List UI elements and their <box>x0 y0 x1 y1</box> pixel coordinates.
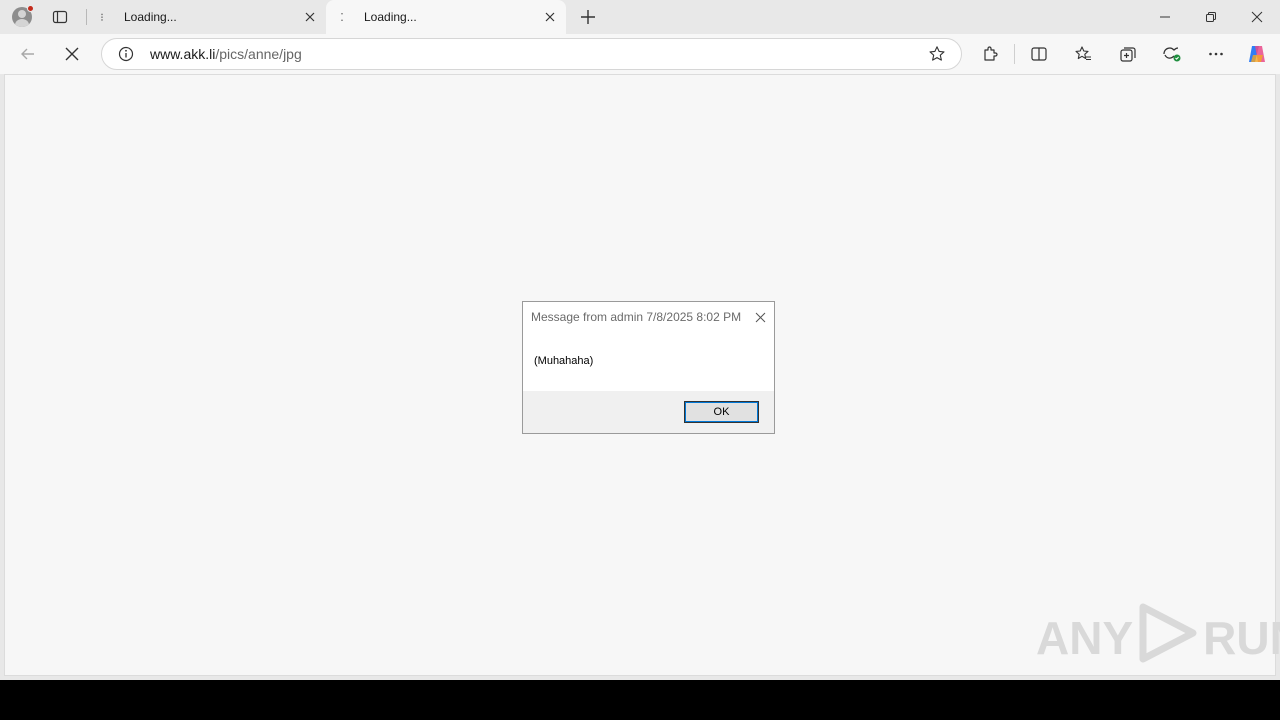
watermark-right-text: RUN <box>1203 612 1280 664</box>
screen-bottom-strip <box>0 680 1280 720</box>
watermark-left-text: ANY <box>1036 612 1134 664</box>
back-icon[interactable] <box>14 40 42 68</box>
new-tab-icon[interactable] <box>574 5 602 29</box>
dialog-footer: OK <box>523 391 774 433</box>
dialog-message: (Muhahaha) <box>534 355 594 367</box>
add-favorite-star-icon[interactable] <box>925 42 949 66</box>
tab-title: Loading... <box>124 10 177 24</box>
tab-loading-1[interactable]: ⁝ Loading... <box>86 0 326 34</box>
dialog-title: Message from admin 7/8/2025 8:02 PM <box>531 310 742 324</box>
restore-icon[interactable] <box>1196 6 1226 28</box>
tab-close-icon[interactable] <box>540 7 560 27</box>
anyrun-watermark: ANY RUN <box>1036 603 1280 668</box>
browser-window: ⁝ Loading... ⁚ Loading... www.akk.li/pic… <box>0 0 1280 680</box>
toolbar: www.akk.li/pics/anne/jpg <box>0 34 1280 74</box>
tab-close-icon[interactable] <box>300 7 320 27</box>
loading-spinner-icon: ⁚ <box>340 11 344 24</box>
tab-actions-icon[interactable] <box>46 5 74 29</box>
url-host: www.akk.li <box>150 46 216 62</box>
collections-icon[interactable] <box>1115 42 1141 66</box>
toolbar-separator <box>1014 44 1015 64</box>
alert-dialog: Message from admin 7/8/2025 8:02 PM (Muh… <box>522 301 775 434</box>
favorites-icon[interactable] <box>1070 42 1096 66</box>
play-logo-icon <box>1137 603 1199 674</box>
url-text[interactable]: www.akk.li/pics/anne/jpg <box>150 46 925 62</box>
more-options-icon[interactable] <box>1203 42 1229 66</box>
url-path: /pics/anne/jpg <box>215 46 302 62</box>
tab-title: Loading... <box>364 10 417 24</box>
tab-loading-2[interactable]: ⁚ Loading... <box>326 0 566 34</box>
loading-spinner-icon: ⁝ <box>100 11 104 24</box>
site-info-icon[interactable] <box>116 44 136 64</box>
split-screen-icon[interactable] <box>1026 42 1052 66</box>
ok-button[interactable]: OK <box>684 401 759 423</box>
browser-essentials-icon[interactable] <box>1159 42 1185 66</box>
window-close-icon[interactable] <box>1242 6 1272 28</box>
address-bar[interactable]: www.akk.li/pics/anne/jpg <box>101 38 962 70</box>
notification-dot <box>27 5 34 12</box>
tab-strip: ⁝ Loading... ⁚ Loading... <box>0 0 1280 34</box>
dialog-close-icon[interactable] <box>752 309 768 325</box>
minimize-icon[interactable] <box>1150 6 1180 28</box>
extensions-puzzle-icon[interactable] <box>978 42 1004 66</box>
profile-icon[interactable] <box>8 4 36 30</box>
stop-loading-icon[interactable] <box>58 40 86 68</box>
copilot-icon[interactable] <box>1244 42 1270 66</box>
